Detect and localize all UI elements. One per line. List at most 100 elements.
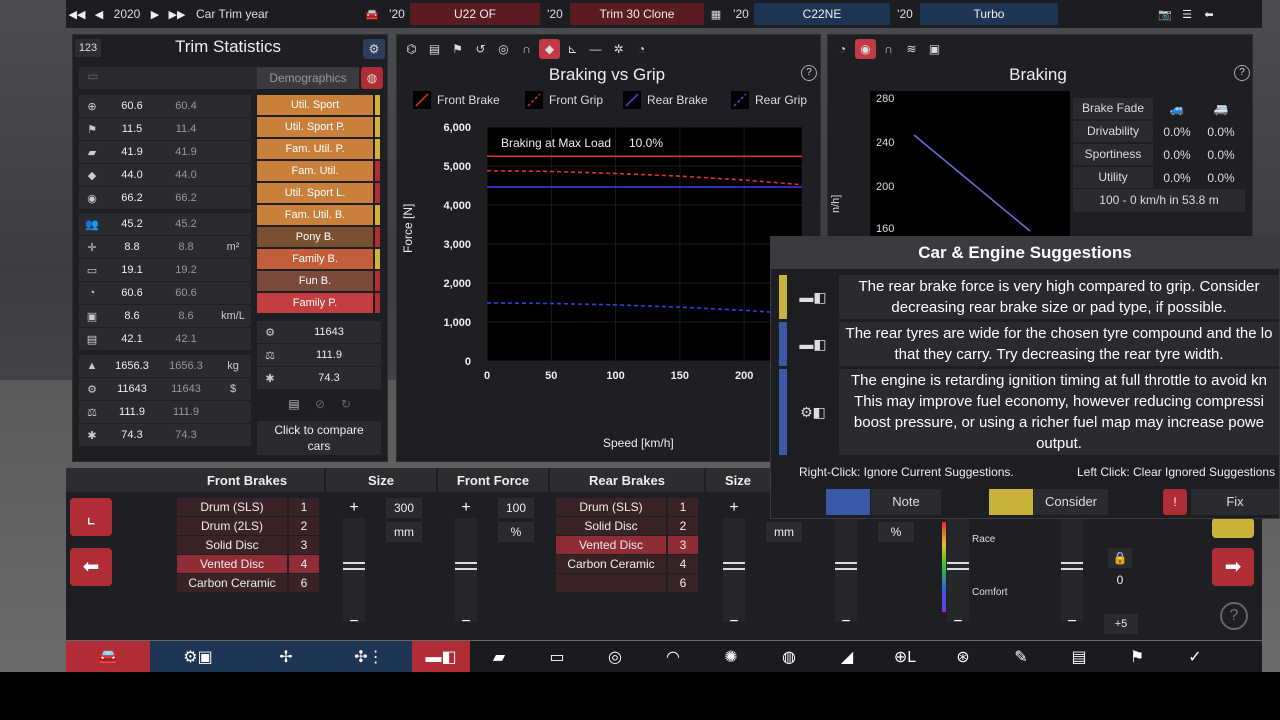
table-icon[interactable]: ▤ [424,39,445,59]
next-year-icon[interactable]: ▶ [144,0,166,28]
rewind-icon[interactable]: ◀◀ [66,0,88,28]
clipboard-icon[interactable]: ▤ [285,397,303,415]
nav-brake-disc-icon[interactable]: ◍ [760,641,818,672]
decrease-icon[interactable]: − [343,612,365,632]
help-icon[interactable]: ? [801,65,817,81]
nav-drivetrain-icon[interactable]: ✣⋮ [326,641,412,672]
note-button[interactable]: Note [871,489,941,515]
front-size-value[interactable]: 300 [386,498,422,518]
brake-icon[interactable]: ◆ [539,39,560,59]
lock-icon[interactable]: 🔒 [1108,548,1132,568]
gear-icon[interactable]: ✲ [608,39,629,59]
clear-icon[interactable]: ⊘ [311,397,329,415]
camera-icon[interactable]: 📷 [1154,0,1176,28]
demographic-item[interactable]: Family P. [257,293,373,313]
next-page-arrow-icon[interactable]: ➡ [1212,548,1254,586]
brake-type-option[interactable]: Vented Disc [556,536,666,554]
nav-body-icon[interactable]: ▰ [470,641,528,672]
demographic-item[interactable]: Fam. Util. B. [257,205,373,225]
seat-icon[interactable]: ⊾ [562,39,583,59]
slot-engine[interactable]: ▦ '20 C22NE [704,2,890,26]
slot-engine-variant[interactable]: '20 Turbo [890,2,1058,26]
front-size-slider[interactable] [343,518,365,622]
globe-icon[interactable]: ◍ [361,67,383,89]
rear-force-slider[interactable] [835,518,857,622]
nav-paint-icon[interactable]: ✎ [992,641,1050,672]
fix-button[interactable]: Fix [1191,489,1279,515]
brake-type-option[interactable]: Vented Disc [177,555,287,573]
brake-type-option[interactable]: Solid Disc [556,517,666,535]
suggestion-item[interactable]: ⚙◧ The engine is retarding ignition timi… [779,369,1279,455]
nav-steering-icon[interactable]: ⊕L [876,641,934,672]
wave-icon[interactable]: ≋ [901,39,922,59]
tuning-slider[interactable] [1061,518,1083,622]
front-force-slider[interactable] [455,518,477,622]
suggestion-item[interactable]: ▬◧ The rear brake force is very high com… [779,275,1279,319]
nav-stats-icon[interactable]: ▤ [1050,641,1108,672]
demographic-item[interactable]: Fun B. [257,271,373,291]
prev-year-icon[interactable]: ◀ [88,0,110,28]
nav-chassis-icon[interactable]: ⚙▣ [150,641,246,672]
nav-tyre-icon[interactable]: ◠ [644,641,702,672]
nav-interior-icon[interactable]: ▭ [528,641,586,672]
brake-type-option[interactable]: Carbon Ceramic [556,555,666,573]
nav-test-icon[interactable]: ⚑ [1108,641,1166,672]
chart-icon[interactable]: ⌬ [401,39,422,59]
demographic-item[interactable]: Pony B. [257,227,373,247]
consider-button[interactable]: Consider [1034,489,1108,515]
brake-bias-slider[interactable] [947,518,969,622]
alert-icon[interactable]: ! [1163,489,1187,515]
demographic-item[interactable]: Family B. [257,249,373,269]
fast-forward-icon[interactable]: ▶▶ [166,0,188,28]
wheel-icon[interactable]: ◎ [493,39,514,59]
back-arrow-icon[interactable]: ⬅ [1198,0,1220,28]
decrease-icon[interactable]: − [455,612,477,632]
help-icon[interactable]: ? [1234,65,1250,81]
suggestion-toggle[interactable] [1212,518,1254,538]
brake-type-option[interactable]: Carbon Ceramic [177,574,287,592]
increase-icon[interactable]: + [455,498,477,518]
plus-five-button[interactable]: +5 [1104,614,1138,634]
chart-toggle-icon[interactable]: ⌞ [70,498,112,536]
decrease-icon[interactable]: − [723,612,745,632]
fuel-icon[interactable]: ▣ [924,39,945,59]
nav-aero-icon[interactable]: ◢ [818,641,876,672]
legend-rear-grip[interactable]: Rear Grip [731,91,821,109]
increase-icon[interactable]: + [343,498,365,518]
prev-page-arrow-icon[interactable]: ⬅ [70,548,112,586]
slot-trim[interactable]: '20 Trim 30 Clone [540,2,704,26]
arch-icon[interactable]: ∩ [878,39,899,59]
decrease-icon[interactable]: − [835,612,857,632]
nav-wheel-icon[interactable]: ⊛ [934,641,992,672]
legend-front-brake[interactable]: Front Brake [413,91,519,109]
brake-type-option[interactable]: Drum (2LS) [177,517,287,535]
rear-size-slider[interactable] [723,518,745,622]
demographic-item[interactable]: Util. Sport P. [257,117,373,137]
demographic-item[interactable]: Fam. Util. P. [257,139,373,159]
demographic-item[interactable]: Util. Sport L. [257,183,373,203]
decrease-icon[interactable]: − [947,612,969,632]
legend-front-grip[interactable]: Front Grip [525,91,617,109]
consider-swatch[interactable] [989,489,1033,515]
slot-car-model[interactable]: 🚘 '20 U22 OF [360,2,540,26]
brake-type-option[interactable]: Solid Disc [177,536,287,554]
demographic-item[interactable]: Fam. Util. [257,161,373,181]
nav-car-icon[interactable]: 🚘 [66,641,150,672]
dash-icon[interactable]: — [585,39,606,59]
gauge-icon[interactable]: ◔ [832,39,853,59]
settings-icon[interactable]: ⚙ [363,39,385,59]
nav-finish-icon[interactable]: ✓ [1166,641,1224,672]
brake-type-option[interactable]: Drum (SLS) [556,498,666,516]
decrease-icon[interactable]: − [1061,612,1083,632]
brake-type-option[interactable]: Drum (SLS) [177,498,287,516]
corner-icon[interactable]: ↺ [470,39,491,59]
nav-rim-icon[interactable]: ✺ [702,641,760,672]
menu-icon[interactable]: ☰ [1176,0,1198,28]
increase-icon[interactable]: + [723,498,745,518]
flag-icon[interactable]: ⚑ [447,39,468,59]
gauge-icon[interactable]: ◔ [631,39,652,59]
reset-icon[interactable]: ↻ [337,397,355,415]
nav-brakes-icon[interactable]: ▬◧ [412,641,470,672]
front-force-value[interactable]: 100 [498,498,534,518]
legend-rear-brake[interactable]: Rear Brake [623,91,725,109]
